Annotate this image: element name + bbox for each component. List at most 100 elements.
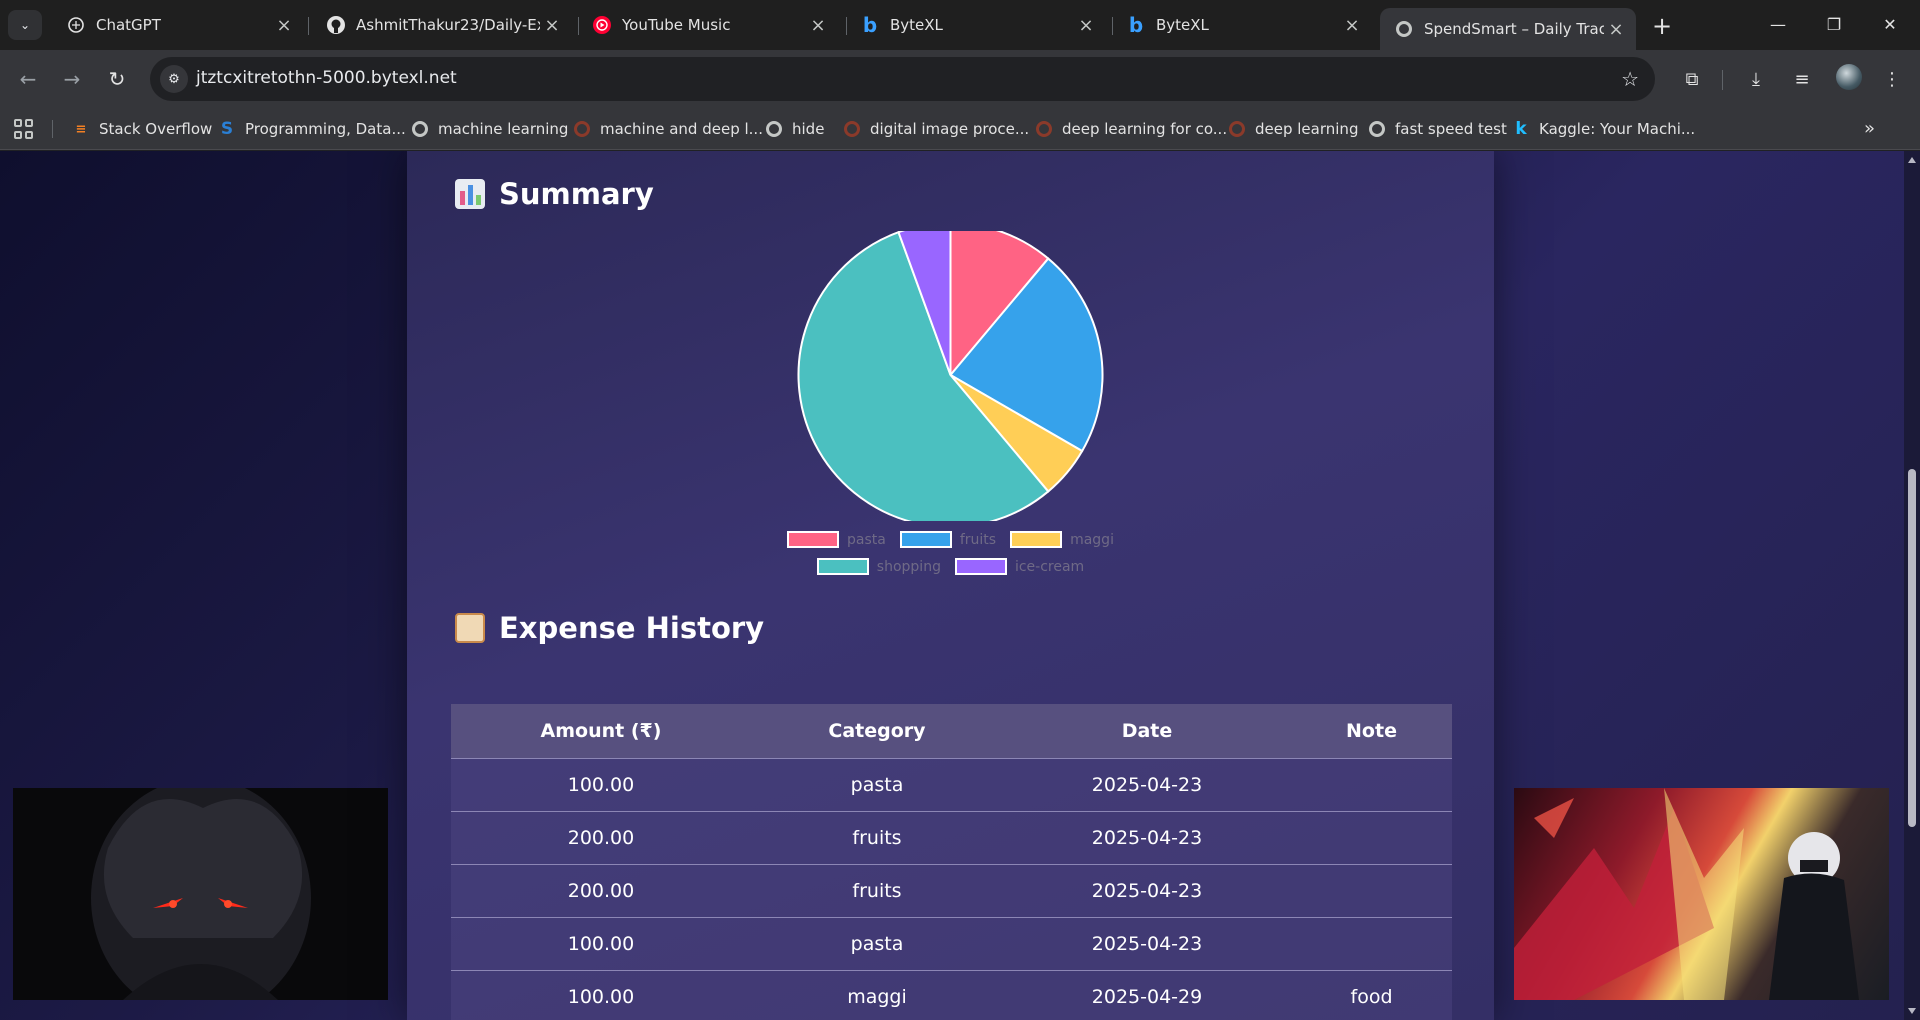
cell-category: maggi <box>847 986 907 1008</box>
expense-pie-chart: pasta fruits maggi shopping ice-cream <box>407 221 1494 591</box>
bookmarks-divider <box>52 120 53 138</box>
bookmark-kaggle[interactable]: k Kaggle: Your Machi... <box>1512 118 1695 140</box>
scroll-down-arrow-icon[interactable] <box>1908 1008 1916 1014</box>
close-icon[interactable]: × <box>806 13 830 37</box>
bookmark-star-icon[interactable]: ☆ <box>1621 67 1639 91</box>
legend-label: ice-cream <box>1014 558 1085 575</box>
download-icon[interactable]: ⤓ <box>1742 65 1770 93</box>
bookmark-digital-image[interactable]: digital image proce... <box>843 118 1029 140</box>
ring-icon <box>1035 120 1053 138</box>
bookmark-machine-deep[interactable]: machine and deep l... <box>573 118 763 140</box>
anime-artwork-left <box>13 788 388 1000</box>
reload-button[interactable]: ↻ <box>101 63 133 95</box>
table-row: 100.00 pasta 2025-04-23 <box>451 758 1452 811</box>
media-control-icon[interactable]: ≡ <box>1788 65 1816 93</box>
tab-title: ChatGPT <box>96 16 161 34</box>
legend-item-maggi[interactable]: maggi <box>1010 531 1114 548</box>
tab-github[interactable]: AshmitThakur23/Daily-Expe × <box>312 8 572 42</box>
header-category[interactable]: Category <box>751 704 1003 758</box>
bookmark-stack-overflow[interactable]: ≡ Stack Overflow <box>72 118 213 140</box>
bytexl-icon: b <box>862 13 878 37</box>
cell-date: 2025-04-23 <box>1091 880 1203 902</box>
bookmark-label: Stack Overflow <box>99 120 213 138</box>
ring-icon <box>573 120 591 138</box>
back-button[interactable]: ← <box>12 63 44 95</box>
ring-icon <box>843 120 861 138</box>
extensions-icon[interactable]: ⧉ <box>1678 65 1706 93</box>
cell-category: pasta <box>850 774 904 796</box>
close-icon[interactable]: × <box>1604 17 1628 41</box>
youtube-music-icon <box>592 15 612 35</box>
url-text[interactable]: jtztcxitretothn-5000.bytexl.net <box>196 68 457 88</box>
bookmark-machine-learning[interactable]: machine learning <box>411 118 568 140</box>
cell-note: food <box>1350 986 1393 1008</box>
bookmarks-overflow-icon[interactable]: » <box>1864 118 1875 139</box>
site-info-icon[interactable]: ⚙ <box>160 65 188 93</box>
bookmark-label: machine learning <box>438 120 569 138</box>
tab-chatgpt[interactable]: ChatGPT × <box>52 8 304 42</box>
cell-amount: 200.00 <box>567 827 635 849</box>
menu-kebab-icon[interactable]: ⋮ <box>1878 65 1906 93</box>
tab-bytexl-1[interactable]: b ByteXL × <box>846 8 1106 42</box>
legend-item-ice-cream[interactable]: ice-cream <box>954 558 1085 575</box>
tab-title: AshmitThakur23/Daily-Expe <box>356 16 540 34</box>
cell-category: fruits <box>852 880 902 902</box>
page-viewport: Summary pasta fruits maggi shopping ice-cre… <box>0 151 1920 1020</box>
history-title: Expense History <box>499 611 765 645</box>
globe-icon <box>765 120 783 138</box>
chevron-down-icon: ⌄ <box>19 18 31 32</box>
close-icon[interactable]: × <box>1074 13 1098 37</box>
legend-item-shopping[interactable]: shopping <box>816 558 941 575</box>
tab-divider <box>308 17 309 35</box>
globe-icon <box>1394 19 1414 39</box>
ring-icon <box>1228 120 1246 138</box>
bookmark-programming[interactable]: S Programming, Data... <box>218 118 406 140</box>
bookmark-hide[interactable]: hide <box>765 118 824 140</box>
close-icon[interactable]: × <box>1340 13 1364 37</box>
legend-item-pasta[interactable]: pasta <box>787 531 886 548</box>
bookmark-deep-learning[interactable]: deep learning <box>1228 118 1358 140</box>
scroll-up-arrow-icon[interactable] <box>1908 157 1916 163</box>
cell-note <box>1291 759 1452 811</box>
tab-bytexl-2[interactable]: b ByteXL × <box>1112 8 1372 42</box>
scrollbar-thumb[interactable] <box>1908 469 1916 827</box>
header-amount[interactable]: Amount (₹) <box>451 704 751 758</box>
restore-button[interactable]: ❐ <box>1810 8 1858 40</box>
toolbar-divider <box>1722 70 1723 90</box>
apps-grid-icon[interactable] <box>14 119 34 139</box>
history-heading: Expense History <box>455 611 764 645</box>
globe-icon <box>1368 120 1386 138</box>
plus-icon: + <box>1651 12 1673 40</box>
bytexl-icon: b <box>1128 13 1144 37</box>
header-date[interactable]: Date <box>1003 704 1291 758</box>
bookmark-deep-learning-co[interactable]: deep learning for co... <box>1035 118 1227 140</box>
anime-artwork-right <box>1514 788 1889 1000</box>
tab-search-button[interactable]: ⌄ <box>8 10 42 40</box>
legend-item-fruits[interactable]: fruits <box>899 531 996 548</box>
table-row: 200.00 fruits 2025-04-23 <box>451 864 1452 917</box>
cell-category: fruits <box>852 827 902 849</box>
tab-title: ByteXL <box>1156 16 1209 34</box>
minimize-button[interactable]: — <box>1754 8 1802 40</box>
pie-chart-svg <box>797 221 1104 528</box>
page-scrollbar[interactable] <box>1904 151 1920 1020</box>
address-bar[interactable]: ⚙ jtztcxitretothn-5000.bytexl.net ☆ <box>150 57 1655 101</box>
close-icon[interactable]: × <box>272 13 296 37</box>
header-note[interactable]: Note <box>1291 704 1452 758</box>
close-icon[interactable]: × <box>540 13 564 37</box>
kaggle-icon: k <box>1515 119 1527 139</box>
cell-amount: 100.00 <box>567 774 635 796</box>
tab-spendsmart[interactable]: SpendSmart – Daily Tracke × <box>1380 8 1636 50</box>
bookmark-fast-speed-test[interactable]: fast speed test <box>1368 118 1507 140</box>
profile-avatar[interactable] <box>1836 64 1862 90</box>
summary-heading: Summary <box>455 177 654 211</box>
tab-strip: ⌄ ChatGPT × AshmitThakur23/Daily-Expe × … <box>0 0 1920 50</box>
table-row: 200.00 fruits 2025-04-23 <box>451 811 1452 864</box>
bookmark-label: deep learning <box>1255 120 1359 138</box>
forward-button[interactable]: → <box>56 63 88 95</box>
arrow-left-icon: ← <box>19 67 37 91</box>
close-window-button[interactable]: ✕ <box>1866 8 1914 40</box>
new-tab-button[interactable]: + <box>1648 12 1676 40</box>
tab-youtube-music[interactable]: YouTube Music × <box>578 8 838 42</box>
table-row: 100.00 pasta 2025-04-23 <box>451 917 1452 970</box>
